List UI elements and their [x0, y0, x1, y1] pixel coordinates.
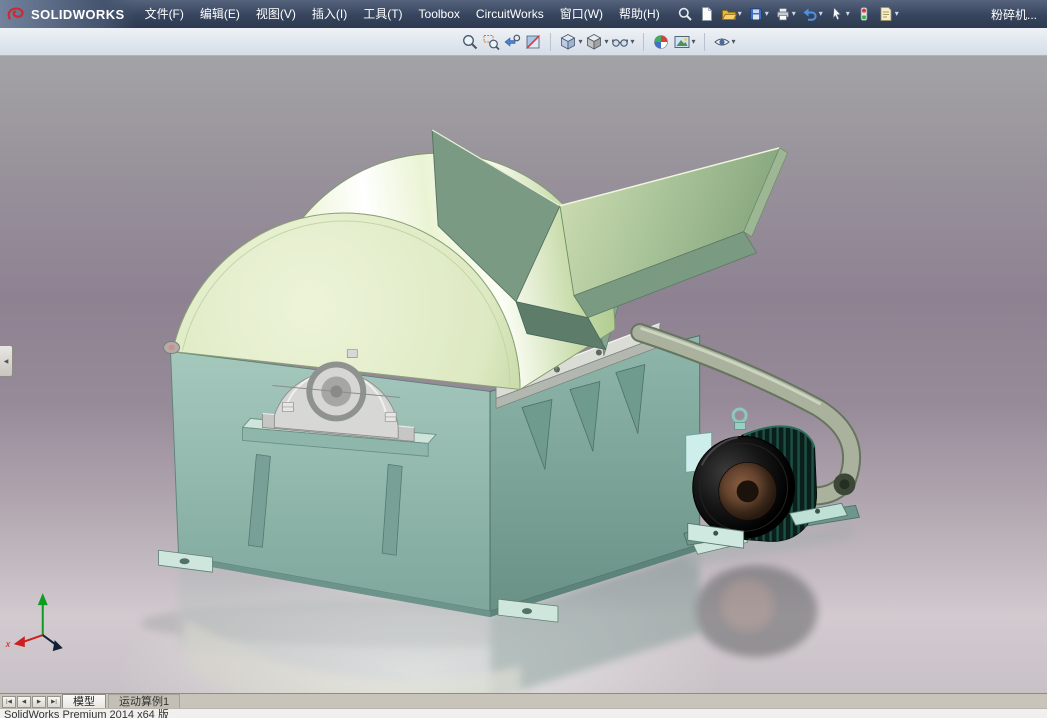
select-button[interactable]: ▾: [828, 3, 851, 25]
dropdown-caret-icon[interactable]: ▾: [819, 10, 823, 18]
select-cursor-icon: [829, 6, 845, 22]
toolbar-separator: [704, 33, 705, 51]
dropdown-caret-icon[interactable]: ▾: [765, 10, 769, 18]
hide-show-glasses-icon: [611, 33, 629, 51]
dropdown-caret-icon[interactable]: ▾: [738, 10, 742, 18]
tab-motion-study-1[interactable]: 运动算例1: [108, 694, 180, 708]
undo-arrow-icon: [802, 6, 818, 22]
zoom-to-fit-icon: [461, 33, 479, 51]
status-bar: SolidWorks Premium 2014 x64 版: [0, 708, 1047, 718]
view-orientation-button[interactable]: ▾: [559, 33, 582, 51]
menu-bar: 文件(F) 编辑(E) 视图(V) 插入(I) 工具(T) Toolbox Ci…: [137, 0, 668, 28]
status-text: SolidWorks Premium 2014 x64 版: [4, 709, 169, 718]
dropdown-caret-icon[interactable]: ▾: [630, 38, 634, 46]
menu-view[interactable]: 视图(V): [248, 0, 304, 28]
open-button[interactable]: ▾: [720, 3, 743, 25]
print-icon: [775, 6, 791, 22]
scene-picture-icon: [673, 33, 691, 51]
collapse-arrow-icon: ◀: [4, 358, 9, 365]
logo-wordmark: SOLIDWORKS: [31, 7, 125, 22]
section-view-icon: [524, 33, 542, 51]
search-button[interactable]: [676, 3, 694, 25]
new-document-button[interactable]: [698, 3, 716, 25]
view-toolbar: ▾ ▾ ▾: [0, 28, 1047, 56]
undo-button[interactable]: ▾: [801, 3, 824, 25]
menu-tools[interactable]: 工具(T): [355, 0, 410, 28]
crusher-assembly-model[interactable]: x: [0, 56, 1047, 693]
edit-appearance-button[interactable]: [652, 33, 670, 51]
view-settings-eye-icon: [713, 33, 731, 51]
model-drum-cover: [164, 153, 615, 389]
triad-x-label: x: [5, 639, 11, 649]
orientation-triad: x: [5, 593, 63, 651]
file-properties-icon: [878, 6, 894, 22]
standard-toolbar: ▾ ▾ ▾: [674, 3, 902, 25]
zoom-to-fit-button[interactable]: [461, 33, 479, 51]
tab-scroll-first-button[interactable]: |◀: [2, 696, 16, 708]
title-menu-bar: SOLIDWORKS 文件(F) 编辑(E) 视图(V) 插入(I) 工具(T)…: [0, 0, 1047, 28]
toolbar-separator: [550, 33, 551, 51]
dropdown-caret-icon[interactable]: ▾: [895, 10, 899, 18]
zoom-to-area-button[interactable]: [482, 33, 500, 51]
file-properties-button[interactable]: ▾: [877, 3, 900, 25]
dropdown-caret-icon[interactable]: ▾: [578, 38, 582, 46]
menu-insert[interactable]: 插入(I): [304, 0, 355, 28]
study-tab-bar: |◀ ◀ ▶ ▶| 模型 运动算例1: [0, 693, 1047, 708]
previous-view-button[interactable]: [503, 33, 521, 51]
previous-view-icon: [503, 33, 521, 51]
hide-show-items-button[interactable]: ▾: [611, 33, 634, 51]
view-orientation-cube-icon: [559, 33, 577, 51]
view-settings-button[interactable]: ▾: [713, 33, 736, 51]
dropdown-caret-icon[interactable]: ▾: [792, 10, 796, 18]
solidworks-window: SOLIDWORKS 文件(F) 编辑(E) 视图(V) 插入(I) 工具(T)…: [0, 0, 1047, 718]
display-style-cube-icon: [585, 33, 603, 51]
3ds-swirl-icon: [6, 5, 26, 23]
dropdown-caret-icon[interactable]: ▾: [692, 38, 696, 46]
appearance-ball-icon: [652, 33, 670, 51]
menu-help[interactable]: 帮助(H): [611, 0, 668, 28]
display-style-button[interactable]: ▾: [585, 33, 608, 51]
save-button[interactable]: ▾: [747, 3, 770, 25]
open-folder-icon: [721, 6, 737, 22]
menu-file[interactable]: 文件(F): [137, 0, 192, 28]
solidworks-logo: SOLIDWORKS: [0, 0, 137, 28]
rebuild-stoplight-icon: [856, 6, 872, 22]
save-floppy-icon: [748, 6, 764, 22]
search-icon: [677, 6, 693, 22]
feature-panel-collapse-tab[interactable]: ◀: [0, 345, 13, 377]
dropdown-caret-icon[interactable]: ▾: [846, 10, 850, 18]
tab-model[interactable]: 模型: [62, 694, 106, 708]
toolbar-separator: [643, 33, 644, 51]
tab-scroll-next-button[interactable]: ▶: [32, 696, 46, 708]
zoom-to-area-icon: [482, 33, 500, 51]
menu-window[interactable]: 窗口(W): [552, 0, 611, 28]
print-button[interactable]: ▾: [774, 3, 797, 25]
apply-scene-button[interactable]: ▾: [673, 33, 696, 51]
tab-scroll-prev-button[interactable]: ◀: [17, 696, 31, 708]
section-view-button[interactable]: [524, 33, 542, 51]
new-document-icon: [699, 6, 715, 22]
tab-scroll-last-button[interactable]: ▶|: [47, 696, 61, 708]
dropdown-caret-icon[interactable]: ▾: [604, 38, 608, 46]
menu-circuitworks[interactable]: CircuitWorks: [468, 0, 552, 28]
menu-toolbox[interactable]: Toolbox: [411, 0, 468, 28]
rebuild-button[interactable]: [855, 3, 873, 25]
document-title: 粉碎机...: [991, 6, 1047, 23]
dropdown-caret-icon[interactable]: ▾: [732, 38, 736, 46]
menu-edit[interactable]: 编辑(E): [192, 0, 248, 28]
graphics-viewport[interactable]: x ◀: [0, 56, 1047, 693]
